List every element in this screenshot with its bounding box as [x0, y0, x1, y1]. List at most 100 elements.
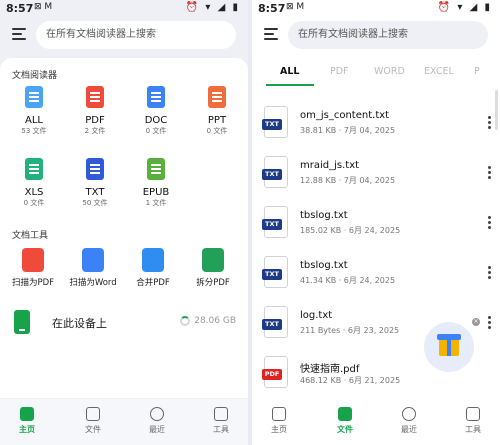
- txt-file-icon: TXT: [262, 206, 290, 240]
- menu-icon[interactable]: [264, 28, 280, 40]
- file-row[interactable]: TXT tbslog.txt 41.34 KB · 6月 24, 2025: [252, 250, 500, 300]
- file-name: mraid_js.txt: [300, 160, 360, 171]
- file-name: om_js_content.txt: [300, 110, 390, 121]
- tab-p[interactable]: P: [474, 66, 480, 77]
- file-name: tbslog.txt: [300, 260, 348, 271]
- category-count: 53 文件: [21, 127, 47, 135]
- gift-button[interactable]: [424, 322, 474, 372]
- file-name: 快速指南.pdf: [300, 364, 360, 375]
- file-meta: 185.02 KB · 6月 24, 2025: [300, 226, 401, 235]
- storage-size: 28.06 GB: [194, 316, 236, 326]
- tab-all[interactable]: ALL: [280, 66, 299, 77]
- search-input[interactable]: 在所有文档阅读器上搜索: [36, 21, 236, 49]
- nav-history[interactable]: 最近: [132, 407, 182, 435]
- more-options-icon[interactable]: [488, 166, 492, 181]
- doc-line: [151, 164, 161, 166]
- category-count: 0 文件: [23, 199, 45, 207]
- tool-scan-pdf[interactable]: 扫描为PDF: [2, 248, 64, 288]
- nav-file[interactable]: 文件: [68, 407, 118, 435]
- category-label: EPUB: [142, 187, 170, 198]
- section-title-readers: 文档阅读器: [12, 71, 58, 81]
- tool-label: 拆分PDF: [196, 278, 230, 288]
- scan-pdf-icon: [22, 248, 44, 272]
- tab-excel[interactable]: EXCEL: [424, 66, 454, 77]
- doc-line: [29, 164, 39, 166]
- more-options-icon[interactable]: [488, 116, 492, 131]
- file-row[interactable]: TXT mraid_js.txt 12.88 KB · 7月 04, 2025: [252, 150, 500, 200]
- system-icons: ⏰ ▾ ◢ ▮: [437, 2, 492, 13]
- file-type-tag: PDF: [262, 369, 282, 380]
- bottom-nav: 主页 文件 最近 工具: [252, 399, 500, 445]
- nav-grid[interactable]: 工具: [196, 407, 246, 435]
- tab-pdf[interactable]: PDF: [330, 66, 349, 77]
- category-all[interactable]: ALL 53 文件: [5, 84, 63, 136]
- file-meta: 211 Bytes · 6月 23, 2025: [300, 326, 400, 335]
- tool-merge-pdf[interactable]: 合并PDF: [122, 248, 184, 288]
- device-label: 在此设备上: [52, 317, 107, 330]
- nav-home[interactable]: 主页: [254, 407, 304, 435]
- category-doc[interactable]: DOC 0 文件: [127, 84, 185, 136]
- merge-pdf-icon: [142, 248, 164, 272]
- phone-icon: [14, 310, 30, 334]
- category-xls[interactable]: XLS 0 文件: [5, 156, 63, 208]
- nav-file[interactable]: 文件: [320, 407, 370, 435]
- category-pdf[interactable]: PDF 2 文件: [66, 84, 124, 136]
- more-options-icon[interactable]: [488, 316, 492, 331]
- nav-label: 文件: [85, 425, 101, 434]
- home-icon: [20, 407, 34, 421]
- xls-icon: [22, 156, 46, 184]
- main-card: 文档阅读器 ALL 53 文件 PDF 2 文件 DOC 0 文件 PPT 0 文件 XLS 0 …: [0, 58, 248, 398]
- home-icon: [272, 407, 286, 421]
- nav-label: 主页: [19, 425, 35, 434]
- files-screen: 8:57 ⊠ M ⏰ ▾ ◢ ▮ 在所有文档阅读器上搜索 ALL PDF WORD E…: [252, 0, 500, 445]
- tool-label: 扫描为PDF: [11, 278, 55, 288]
- home-screen: 8:57 ⊠ M ⏰ ▾ ◢ ▮ 在所有文档阅读器上搜索 文档阅读器 ALL 53…: [0, 0, 248, 445]
- active-tab-indicator: [266, 84, 314, 86]
- file-row[interactable]: TXT tbslog.txt 185.02 KB · 6月 24, 2025: [252, 200, 500, 250]
- doc-line: [212, 100, 222, 102]
- menu-icon[interactable]: [12, 28, 28, 40]
- doc-icon: [144, 84, 168, 112]
- nav-grid[interactable]: 工具: [448, 407, 498, 435]
- tab-word[interactable]: WORD: [374, 66, 405, 77]
- system-icons: ⏰ ▾ ◢ ▮: [185, 2, 240, 13]
- pdf-file-icon: PDF: [262, 356, 290, 390]
- category-txt[interactable]: TXT 50 文件: [66, 156, 124, 208]
- txt-file-icon: TXT: [262, 256, 290, 290]
- more-options-icon[interactable]: [488, 266, 492, 281]
- tool-label: 合并PDF: [136, 278, 170, 288]
- doc-line: [151, 96, 161, 98]
- status-time: 8:57: [258, 2, 286, 15]
- screen: 8:57 ⊠ M ⏰ ▾ ◢ ▮ 在所有文档阅读器上搜索 文档阅读器 ALL 53…: [0, 0, 500, 445]
- more-options-icon[interactable]: [488, 216, 492, 231]
- nav-history[interactable]: 最近: [384, 407, 434, 435]
- status-bar: 8:57 ⊠ M ⏰ ▾ ◢ ▮: [0, 0, 248, 18]
- file-meta: 38.81 KB · 7月 04, 2025: [300, 126, 396, 135]
- file-type-tag: TXT: [262, 169, 282, 180]
- file-meta: 12.88 KB · 7月 04, 2025: [300, 176, 396, 185]
- file-row[interactable]: TXT om_js_content.txt 38.81 KB · 7月 04, 20…: [252, 100, 500, 150]
- grid-icon: [214, 407, 228, 421]
- gift-lid: [437, 334, 461, 340]
- nav-label: 文件: [337, 425, 353, 434]
- scan-word-icon: [82, 248, 104, 272]
- category-ppt[interactable]: PPT 0 文件: [188, 84, 246, 136]
- nav-label: 最近: [401, 425, 417, 434]
- close-gift-button[interactable]: ×: [472, 318, 480, 326]
- ppt-icon: [205, 84, 229, 112]
- doc-line: [29, 168, 39, 170]
- doc-line: [151, 92, 161, 94]
- epub-icon: [144, 156, 168, 184]
- device-storage-row[interactable]: 在此设备上 28.06 GB: [10, 300, 238, 346]
- search-input[interactable]: 在所有文档阅读器上搜索: [288, 21, 488, 49]
- doc-line: [151, 172, 161, 174]
- split-pdf-icon: [202, 248, 224, 272]
- grid-icon: [466, 407, 480, 421]
- tool-scan-word[interactable]: 扫描为Word: [62, 248, 124, 288]
- tool-split-pdf[interactable]: 拆分PDF: [182, 248, 244, 288]
- doc-line: [29, 96, 39, 98]
- nav-home[interactable]: 主页: [2, 407, 52, 435]
- file-icon: [86, 407, 100, 421]
- history-icon: [402, 407, 416, 421]
- category-epub[interactable]: EPUB 1 文件: [127, 156, 185, 208]
